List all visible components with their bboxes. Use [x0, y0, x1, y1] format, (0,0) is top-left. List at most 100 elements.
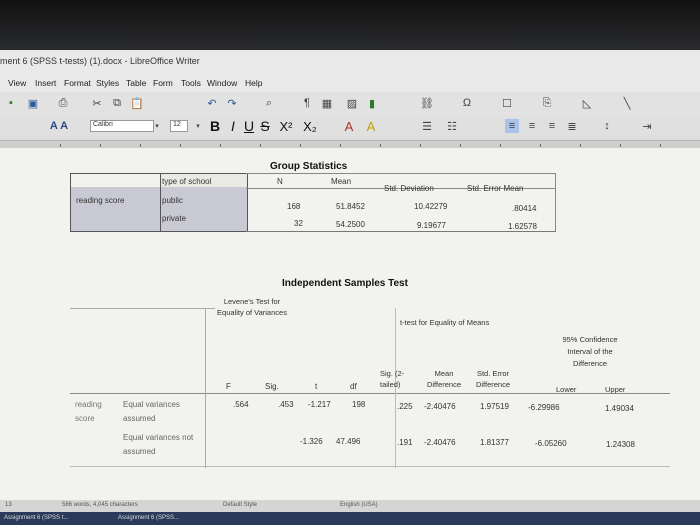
menu-help[interactable]: Help — [245, 78, 262, 88]
ttest-header: t-test for Equality of Means — [400, 318, 490, 327]
align-right-icon[interactable]: ≡ — [545, 119, 559, 133]
menu-format[interactable]: Format — [64, 78, 91, 88]
italic-button[interactable]: I — [226, 118, 240, 134]
special-character-icon[interactable]: Ω — [460, 96, 474, 110]
col-sig: Sig. — [265, 382, 279, 391]
draw-shapes-icon[interactable]: ◺ — [580, 96, 594, 110]
formatting-marks-icon[interactable]: ¶ — [300, 96, 314, 110]
align-center-icon[interactable]: ≡ — [525, 119, 539, 133]
numbered-list-icon[interactable]: ☷ — [445, 119, 459, 133]
df-not-assumed: 47.496 — [336, 437, 361, 446]
line-spacing-icon[interactable]: ↕ — [600, 119, 614, 133]
taskbar-item-2[interactable]: Assignment 6 (SPSS... — [118, 515, 179, 521]
font-color-icon[interactable]: A — [342, 118, 356, 134]
t-not-assumed: -1.326 — [300, 437, 323, 446]
screen: ment 6 (SPSS t-tests) (1).docx - LibreOf… — [0, 0, 700, 525]
line-icon[interactable]: ╲ — [620, 96, 634, 110]
new-document-icon[interactable]: ▪ — [4, 96, 18, 110]
menu-form[interactable]: Form — [153, 78, 173, 88]
group-stats-group-cells — [160, 187, 248, 232]
sig2-not-assumed: .191 — [397, 438, 413, 447]
track-changes-icon[interactable]: ⎘ — [540, 96, 554, 110]
comment-icon[interactable]: ☐ — [500, 96, 514, 110]
save-icon[interactable]: ▣ — [26, 96, 40, 110]
header-n: N — [277, 177, 283, 186]
paragraph-style-button[interactable]: A A — [44, 119, 74, 133]
df-assumed: 198 — [352, 400, 366, 409]
col-f: F — [226, 382, 231, 391]
title-bar: ment 6 (SPSS t-tests) (1).docx - LibreOf… — [0, 50, 700, 76]
mean-private: 54.2500 — [336, 220, 365, 229]
indent-icon[interactable]: ⇥ — [640, 119, 654, 133]
cut-icon[interactable]: ✂ — [90, 96, 104, 110]
insert-table-icon[interactable]: ▦ — [320, 96, 334, 110]
n-public: 168 — [287, 202, 301, 211]
menu-view[interactable]: View — [8, 78, 26, 88]
menu-styles[interactable]: Styles — [96, 78, 119, 88]
lower-assumed: -6.29986 — [528, 403, 560, 412]
sig2-assumed: .225 — [397, 402, 413, 411]
se-diff-not-assumed: 1.81377 — [480, 438, 509, 447]
monitor-bezel — [0, 0, 700, 50]
col-df: df — [350, 382, 357, 391]
se-diff-assumed: 1.97519 — [480, 402, 509, 411]
taskbar-item-1[interactable]: Assignment 6 (SPSS t... — [4, 515, 68, 521]
col-lower: Lower — [556, 385, 577, 394]
menu-insert[interactable]: Insert — [35, 78, 56, 88]
mean-diff-assumed: -2.40476 — [424, 402, 456, 411]
t-assumed: -1.217 — [308, 400, 331, 409]
font-name-box[interactable]: Calibri — [90, 120, 154, 132]
paste-icon[interactable]: 📋 — [130, 96, 144, 110]
standard-toolbar: ▪ ▣ ⎙ ✂ ⧉ 📋 ↶ ↷ ⌕ ¶ ▦ ▨ ▮ ⛓ Ω ☐ ⎘ ◺ ╲ — [0, 92, 700, 116]
window-title: ment 6 (SPSS t-tests) (1).docx - LibreOf… — [0, 56, 200, 66]
upper-not-assumed: 1.24308 — [606, 440, 635, 449]
insert-chart-icon[interactable]: ▮ — [365, 96, 379, 110]
justify-icon[interactable]: ≣ — [565, 119, 579, 133]
equal-variances-assumed-label: Equal variances assumed — [123, 400, 180, 423]
sig-value: .453 — [278, 400, 294, 409]
mean-diff-not-assumed: -2.40476 — [424, 438, 456, 447]
undo-icon[interactable]: ↶ — [205, 96, 219, 110]
col-sig-2-tailed: Sig. (2-tailed) — [380, 369, 405, 389]
strikethrough-button[interactable]: S — [258, 118, 272, 134]
font-size-box[interactable]: 12 — [170, 120, 188, 132]
find-icon[interactable]: ⌕ — [262, 96, 276, 110]
insert-image-icon[interactable]: ▨ — [345, 96, 359, 110]
align-left-icon[interactable]: ≡ — [505, 119, 519, 133]
col-mean-difference: Mean Difference — [426, 369, 462, 389]
print-icon[interactable]: ⎙ — [56, 96, 70, 110]
menu-table[interactable]: Table — [126, 78, 146, 88]
col-std-error-difference: Std. Error Difference — [475, 369, 511, 389]
group-stats-row-label-cell — [70, 187, 162, 232]
col-t: t — [315, 382, 318, 391]
document-page[interactable]: Group Statistics type of school N Mean S… — [0, 148, 700, 500]
highlight-icon[interactable]: A — [364, 118, 378, 134]
sd-private: 9.19677 — [417, 221, 446, 230]
mean-public: 51.8452 — [336, 202, 365, 211]
redo-icon[interactable]: ↷ — [225, 96, 239, 110]
copy-icon[interactable]: ⧉ — [110, 96, 124, 110]
menu-window[interactable]: Window — [207, 78, 237, 88]
se-private: 1.62578 — [508, 222, 537, 231]
equal-variances-not-assumed-label: Equal variances not assumed — [123, 433, 194, 456]
menu-tools[interactable]: Tools — [181, 78, 201, 88]
group-stats-title: Group Statistics — [270, 161, 348, 172]
bold-button[interactable]: B — [208, 118, 222, 134]
formatting-toolbar: A A Calibri ▾ 12 ▾ B I U S X² X₂ A A ☰ ☷… — [0, 116, 700, 138]
row-label-reading-score: reading score — [76, 196, 125, 205]
f-value: .564 — [233, 400, 249, 409]
page-style[interactable]: Default Style — [223, 502, 257, 508]
language-status[interactable]: English (USA) — [340, 502, 378, 508]
hyperlink-icon[interactable]: ⛓ — [420, 96, 434, 110]
superscript-button[interactable]: X² — [276, 118, 296, 134]
header-type-of-school: type of school — [162, 177, 212, 186]
bullet-list-icon[interactable]: ☰ — [420, 119, 434, 133]
lower-not-assumed: -6.05260 — [535, 439, 567, 448]
subscript-button[interactable]: X₂ — [300, 118, 320, 134]
font-name-dropdown-icon[interactable]: ▾ — [152, 120, 162, 132]
upper-assumed: 1.49034 — [605, 404, 634, 413]
header-std-deviation: Std. Deviation — [384, 184, 434, 193]
underline-button[interactable]: U — [242, 118, 256, 134]
font-size-dropdown-icon[interactable]: ▾ — [193, 120, 203, 132]
ind-row-label-reading-score: reading score — [75, 400, 102, 423]
